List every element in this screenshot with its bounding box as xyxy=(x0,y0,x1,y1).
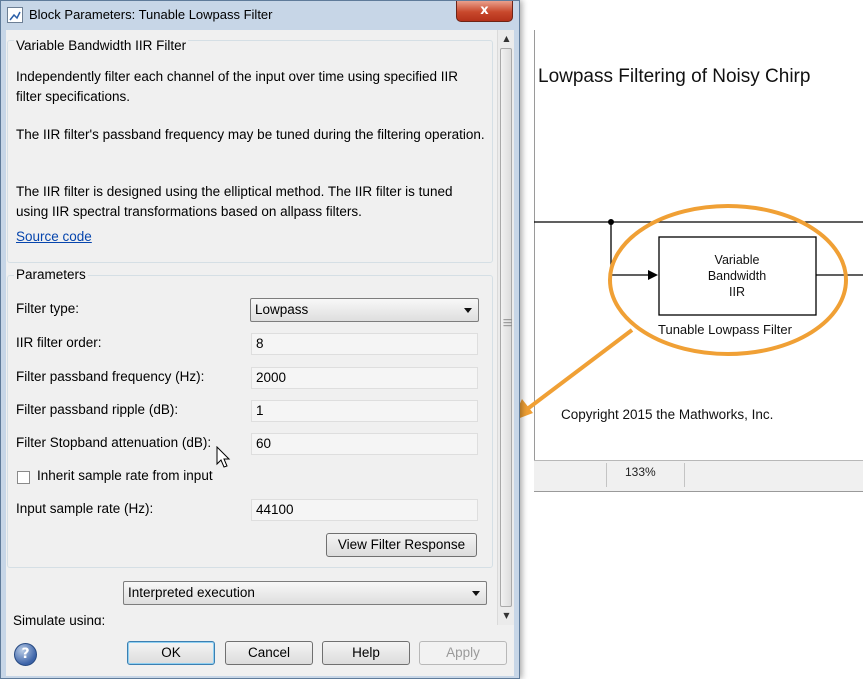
dialog-content: Variable Bandwidth IIR Filter Independen… xyxy=(6,30,514,625)
block-text-line-1: Variable xyxy=(714,253,760,267)
dialog-button-bar: ? OK Cancel Help Apply xyxy=(6,625,514,676)
help-button[interactable]: Help xyxy=(322,641,410,665)
filter-order-input[interactable]: 8 xyxy=(251,333,478,355)
input-arrow xyxy=(648,270,658,280)
copyright-annotation: Copyright 2015 the Mathworks, Inc. xyxy=(561,407,774,422)
block-glyph xyxy=(9,11,21,21)
description-group-title: Variable Bandwidth IIR Filter xyxy=(14,38,189,53)
input-sample-rate-label: Input sample rate (Hz): xyxy=(16,501,154,516)
close-icon: x xyxy=(480,3,489,18)
filter-type-label: Filter type: xyxy=(16,301,80,316)
model-title: Lowpass Filtering of Noisy Chirp xyxy=(538,66,811,87)
status-separator xyxy=(606,463,607,487)
stopband-attenuation-label: Filter Stopband attenuation (dB): xyxy=(16,435,212,450)
filter-type-value: Lowpass xyxy=(255,302,309,317)
status-separator xyxy=(684,463,685,487)
dialog-title: Block Parameters: Tunable Lowpass Filter xyxy=(29,7,273,22)
passband-frequency-label: Filter passband frequency (Hz): xyxy=(16,369,205,384)
inherit-sample-rate-checkbox[interactable] xyxy=(17,471,30,484)
chevron-down-icon xyxy=(472,591,480,596)
vertical-scrollbar[interactable]: ▲ — — — ▼ xyxy=(497,30,514,625)
ok-button[interactable]: OK xyxy=(127,641,215,665)
scroll-grip-icon: — — — xyxy=(503,315,512,331)
filter-type-select[interactable]: Lowpass xyxy=(250,298,479,322)
cancel-button[interactable]: Cancel xyxy=(225,641,313,665)
simulink-block-icon xyxy=(7,7,23,23)
block-name-label[interactable]: Tunable Lowpass Filter xyxy=(658,322,792,337)
inherit-sample-rate-label[interactable]: Inherit sample rate from input xyxy=(37,468,213,483)
passband-frequency-input[interactable]: 2000 xyxy=(251,367,478,389)
stopband-attenuation-input[interactable]: 60 xyxy=(251,433,478,455)
simulate-using-label: Simulate using: xyxy=(13,613,106,625)
view-filter-response-button[interactable]: View Filter Response xyxy=(326,533,477,557)
filter-order-label: IIR filter order: xyxy=(16,335,102,350)
description-paragraph-3: The IIR filter is designed using the ell… xyxy=(16,184,453,219)
input-sample-rate-input[interactable]: 44100 xyxy=(251,499,478,521)
description-paragraph-1: Independently filter each channel of the… xyxy=(16,69,459,104)
block-text-line-2: Bandwidth xyxy=(707,269,767,283)
model-status-bar: 133% xyxy=(534,460,863,492)
block-text-line-3: IIR xyxy=(729,285,745,299)
dialog-titlebar[interactable]: Block Parameters: Tunable Lowpass Filter… xyxy=(1,1,519,29)
close-button[interactable]: x xyxy=(456,1,513,22)
block-parameters-dialog: Block Parameters: Tunable Lowpass Filter… xyxy=(0,0,520,679)
zoom-level: 133% xyxy=(625,465,656,479)
chevron-down-icon xyxy=(464,308,472,313)
passband-ripple-input[interactable]: 1 xyxy=(251,400,478,422)
parameters-group-title: Parameters xyxy=(14,267,88,282)
scroll-thumb[interactable]: — — — xyxy=(500,48,512,607)
simulate-using-select[interactable]: Interpreted execution xyxy=(123,581,487,605)
mouse-pointer-icon xyxy=(216,446,231,468)
simulate-using-value: Interpreted execution xyxy=(128,585,255,600)
help-icon[interactable]: ? xyxy=(14,643,37,666)
scroll-down-arrow-icon[interactable]: ▼ xyxy=(498,607,514,624)
source-code-link[interactable]: Source code xyxy=(16,229,92,244)
passband-ripple-label: Filter passband ripple (dB): xyxy=(16,402,179,417)
block-text: Variable Bandwidth IIR xyxy=(659,252,815,300)
apply-button[interactable]: Apply xyxy=(419,641,507,665)
description-paragraph-2: The IIR filter's passband frequency may … xyxy=(16,127,485,142)
scroll-up-arrow-icon[interactable]: ▲ xyxy=(498,30,514,47)
